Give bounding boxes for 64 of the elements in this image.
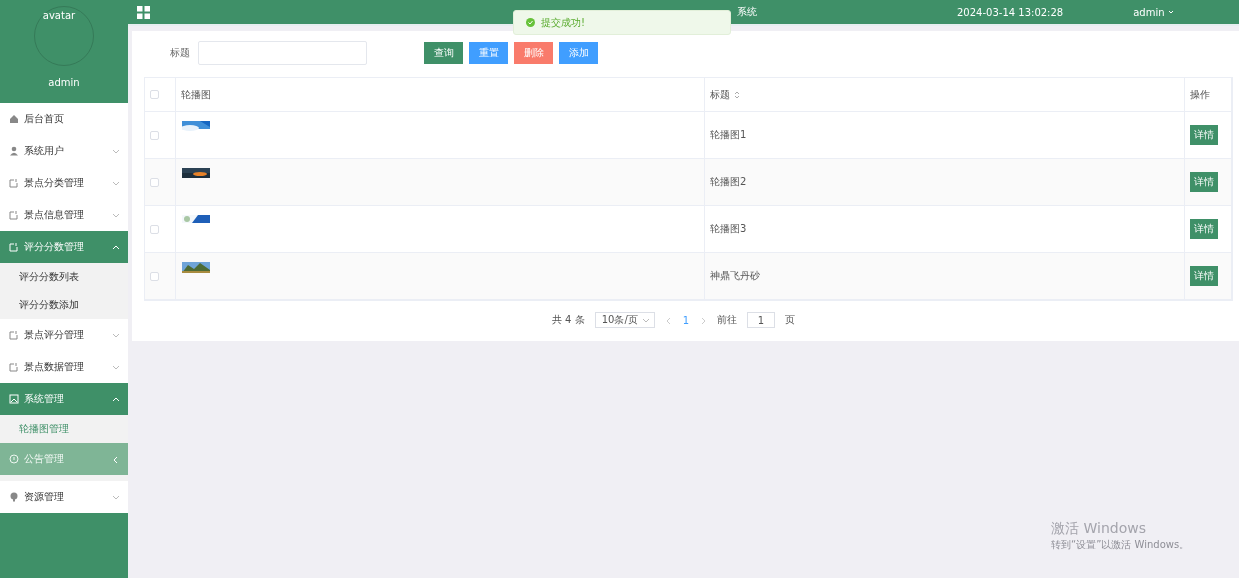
image-icon [9,394,19,404]
action-button[interactable]: 重置 [469,42,508,64]
column-header: 标题 [710,87,730,102]
row-checkbox[interactable] [150,271,159,281]
username: admin [48,77,80,88]
table-cell: 轮播图2 [710,175,747,189]
menu-item[interactable]: 系统用户 [0,135,128,167]
menu-item[interactable]: 景点评分管理 [0,319,128,351]
info-icon [9,454,19,464]
goto-label: 前往 [717,313,738,327]
home-icon [10,115,18,123]
row-checkbox[interactable] [150,177,159,187]
table-cell: 轮播图1 [710,128,747,142]
row-checkbox[interactable] [150,224,159,234]
check-circle-icon [526,18,535,27]
grid-menu-icon[interactable] [137,5,150,19]
detail-button[interactable]: 详情 [1190,172,1218,192]
table-cell: 轮播图3 [710,222,747,236]
action-button[interactable]: 查询 [424,42,463,64]
bulb-icon [10,492,18,502]
action-button[interactable]: 添加 [559,42,598,64]
document-icon [9,242,18,252]
activation-title: 激活 Windows [1051,520,1147,538]
toast-message: 提交成功! [541,15,585,30]
column-header: 操作 [1190,87,1210,102]
document-icon [9,330,18,340]
total-count: 共 4 条 [551,313,585,327]
caret-icon [1167,10,1174,14]
detail-button[interactable]: 详情 [1190,125,1218,145]
avatar-alt-text: avatar [42,10,76,23]
user-icon [10,146,18,156]
menu-item[interactable]: 资源管理 [0,481,128,513]
page-size-select[interactable]: 10条/页 [594,312,655,328]
sort-icon[interactable] [734,90,740,99]
next-page-icon[interactable] [699,316,708,324]
menu-item[interactable]: 景点分类管理 [0,167,128,199]
menu-item[interactable]: 景点信息管理 [0,199,128,231]
document-icon [9,178,18,188]
select-all-checkbox[interactable] [150,90,159,99]
column-header: 轮播图 [181,87,211,102]
user-menu[interactable]: admin [1133,6,1174,18]
document-icon [9,362,18,372]
action-button[interactable]: 删除 [514,42,553,64]
chevron-icon [641,316,650,324]
datetime: 2024-03-14 13:02:28 [957,6,1064,18]
row-checkbox[interactable] [150,130,159,140]
page-number[interactable]: 1 [682,314,690,326]
submenu-item[interactable]: 评分分数添加 [0,291,128,319]
menu-item[interactable]: 公告管理 [0,443,128,475]
goto-suffix: 页 [785,313,796,327]
menu-item[interactable]: 景点数据管理 [0,351,128,383]
field-label: 标题 [170,46,190,60]
detail-button[interactable]: 详情 [1190,266,1218,286]
submenu-item[interactable]: 评分分数列表 [0,263,128,291]
title-input[interactable] [198,41,367,65]
submenu-item[interactable]: 轮播图管理 [0,415,128,443]
detail-button[interactable]: 详情 [1190,219,1218,239]
table-cell: 神鼎飞丹砂 [710,269,760,283]
previous-page-icon[interactable] [664,316,673,324]
goto-input[interactable]: 1 [747,312,776,328]
activation-subtitle: 转到“设置”以激活 Windows。 [1051,538,1190,552]
document-icon [9,210,18,220]
menu-item[interactable]: 后台首页 [0,103,128,135]
app-title: 系统 [737,5,758,19]
